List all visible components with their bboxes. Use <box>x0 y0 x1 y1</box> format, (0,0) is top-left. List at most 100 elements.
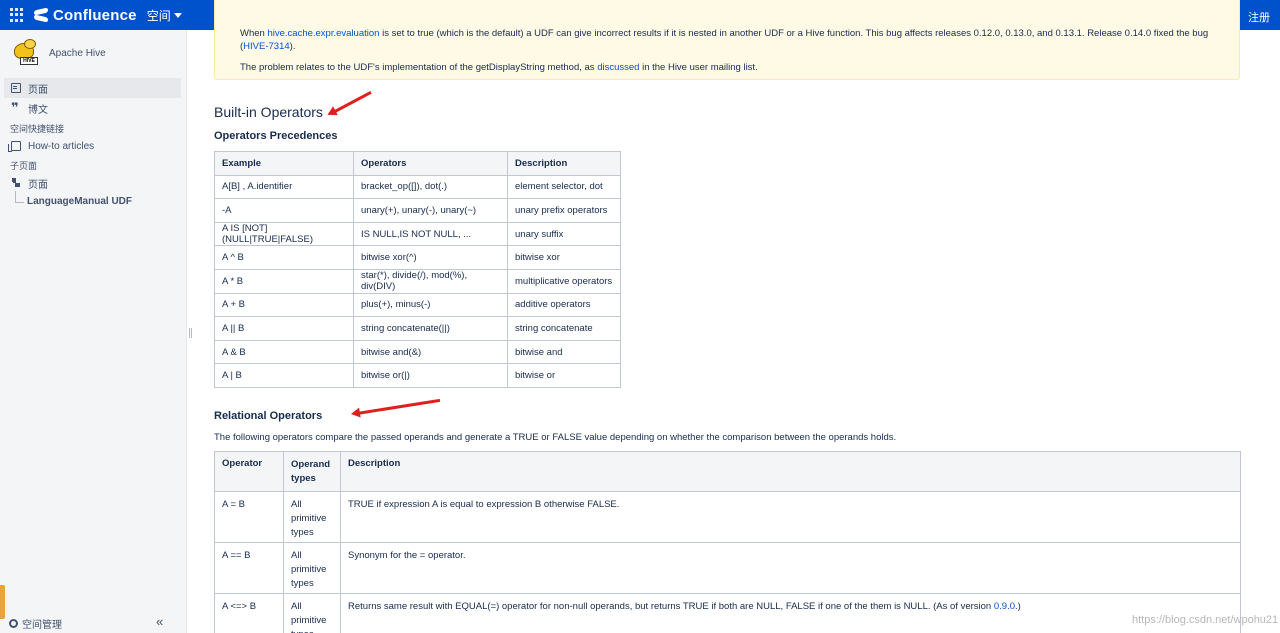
table-cell: plus(+), minus(-) <box>353 292 508 318</box>
table-cell: A & B <box>214 339 354 365</box>
table-row: A == B All primitive types Synonym for the… <box>214 542 1241 594</box>
info-paragraph: When hive.cache.expr.evaluation is set t… <box>240 27 1230 53</box>
relational-heading: Relational Operators <box>214 410 323 422</box>
column-header: Description <box>507 151 621 176</box>
page-content: When hive.cache.expr.evaluation is set t… <box>214 0 1244 633</box>
quote-icon: ❞ <box>11 100 19 115</box>
cell-text: TRUE if expression A is equal to express… <box>348 499 620 510</box>
page-tree-root[interactable]: 页面 <box>0 173 186 193</box>
table-cell: bitwise xor(^) <box>353 245 508 270</box>
table-cell: All primitive types <box>283 491 341 543</box>
table-cell: additive operators <box>507 292 621 318</box>
sidebar-resize-handle[interactable] <box>189 328 192 338</box>
table-cell: Returns same result with EQUAL(=) operat… <box>340 593 1241 633</box>
cell-text: .) <box>1015 601 1021 612</box>
table-header-row: Operator Operand types Description <box>214 451 1241 492</box>
version-link[interactable]: 0.9.0 <box>994 601 1015 612</box>
table-cell: All primitive types <box>283 542 341 594</box>
column-header: Operand types <box>283 451 341 492</box>
hive-cache-link[interactable]: hive.cache.expr.evaluation <box>267 28 379 39</box>
hive-logo-tag: HIVE <box>20 57 38 65</box>
table-cell: bitwise or(|) <box>353 363 508 388</box>
sidebar-item-label: How-to articles <box>28 140 95 152</box>
column-header: Description <box>340 451 1241 492</box>
spaces-menu[interactable]: 空间 <box>147 7 182 24</box>
copy-icon <box>8 141 21 152</box>
hive-issue-link[interactable]: HIVE-7314 <box>243 41 289 52</box>
table-row: -A unary(+), unary(-), unary(~) unary pref… <box>214 198 621 223</box>
annotation-arrow <box>356 398 441 415</box>
table-cell: unary suffix <box>507 221 621 247</box>
table-cell: element selector, dot <box>507 174 621 200</box>
shortcuts-heading: 空间快捷链接 <box>10 124 65 134</box>
table-cell: Synonym for the = operator. <box>340 542 1241 594</box>
table-row: A <=> BAll primitive types Returns same r… <box>214 593 1241 633</box>
table-cell: A <=> B <box>214 593 284 633</box>
annotation-arrow <box>332 90 372 114</box>
table-cell: bracket_op([]), dot(.) <box>353 174 508 200</box>
table-cell: TRUE if expression A is equal to express… <box>340 491 1241 543</box>
precedence-table: Example Operators Description A[B] , A.i… <box>214 151 621 388</box>
watermark: https://blog.csdn.net/wpohu21 <box>1132 614 1279 626</box>
table-cell: unary prefix operators <box>507 198 621 223</box>
table-row: A & Bbitwise and(&) bitwise and <box>214 339 621 365</box>
product-name: Confluence <box>53 6 137 24</box>
table-header-row: Example Operators Description <box>214 151 621 176</box>
feedback-tab[interactable] <box>0 585 5 619</box>
space-tools-button[interactable]: 空间管理 <box>9 616 62 631</box>
table-cell: -A <box>214 198 354 223</box>
hive-logo-icon: HIVE <box>10 39 42 67</box>
table-row: A ^ Bbitwise xor(^) bitwise xor <box>214 245 621 270</box>
table-cell: IS NULL,IS NOT NULL, ... <box>353 221 508 247</box>
table-cell: A * B <box>214 268 354 294</box>
confluence-logo[interactable]: Confluence <box>34 7 137 24</box>
space-header[interactable]: HIVE Apache Hive <box>0 30 186 67</box>
table-cell: A IS [NOT] (NULL|TRUE|FALSE) <box>214 221 354 247</box>
table-cell: star(*), divide(/), mod(%), div(DIV) <box>353 268 508 294</box>
table-row: A IS [NOT] (NULL|TRUE|FALSE) IS NULL,IS N… <box>214 221 621 247</box>
table-row: A + Bplus(+), minus(-) additive operators <box>214 292 621 318</box>
relational-description: The following operators compare the pass… <box>214 432 897 443</box>
info-text: ). <box>289 41 296 52</box>
table-cell: multiplicative operators <box>507 268 621 294</box>
sidebar-item-label: 博文 <box>28 104 48 116</box>
table-cell: bitwise and <box>507 339 621 365</box>
sidebar-item-how-to[interactable]: How-to articles <box>0 136 186 156</box>
column-header: Operators <box>353 151 508 176</box>
sidebar-item-pages[interactable]: 页面 <box>4 78 181 98</box>
register-link[interactable]: 注册 <box>1248 9 1270 25</box>
page-icon <box>11 83 21 93</box>
info-paragraph: The problem relates to the UDF's impleme… <box>240 61 1230 74</box>
relational-table: Operator Operand types Description A = B… <box>214 451 1241 633</box>
info-text: is set to true (which is the default) a … <box>240 28 1209 52</box>
table-cell: unary(+), unary(-), unary(~) <box>353 198 508 223</box>
column-header: Example <box>214 151 354 176</box>
column-header: Operator <box>214 451 284 492</box>
collapse-sidebar-button[interactable]: « <box>156 614 163 629</box>
page-tree-item[interactable]: LanguageManual UDF <box>0 191 186 211</box>
space-tools-label: 空间管理 <box>22 620 62 631</box>
table-cell: string concatenate(||) <box>353 316 508 341</box>
precedence-heading: Operators Precedences <box>214 130 338 142</box>
space-name[interactable]: Apache Hive <box>49 48 106 59</box>
app-switcher-icon[interactable] <box>10 8 24 22</box>
table-row: A | Bbitwise or(|) bitwise or <box>214 363 621 388</box>
table-cell: A ^ B <box>214 245 354 270</box>
cell-text: Synonym for the = operator. <box>348 550 466 561</box>
table-cell: bitwise or <box>507 363 621 388</box>
table-cell: A == B <box>214 542 284 594</box>
sidebar: HIVE Apache Hive 页面 ❞ 博文 空间快捷链接 How-to a… <box>0 30 187 633</box>
table-cell: All primitive types <box>283 593 341 633</box>
table-row: A || Bstring concatenate(||) string conca… <box>214 316 621 341</box>
info-text: in the Hive user mailing list. <box>639 62 758 73</box>
section-heading: Built-in Operators <box>214 104 323 120</box>
discussed-link[interactable]: discussed <box>597 62 639 73</box>
sidebar-item-blog[interactable]: ❞ 博文 <box>0 98 186 118</box>
table-row: A[B] , A.identifier bracket_op([]), dot(.… <box>214 174 621 200</box>
table-row: A = B All primitive types TRUE if expressi… <box>214 491 1241 543</box>
table-cell: bitwise and(&) <box>353 339 508 365</box>
info-panel: When hive.cache.expr.evaluation is set t… <box>214 0 1240 80</box>
sidebar-item-label: 页面 <box>28 84 48 96</box>
table-cell: A || B <box>214 316 354 341</box>
cell-text: Returns same result with EQUAL(=) operat… <box>348 601 994 612</box>
